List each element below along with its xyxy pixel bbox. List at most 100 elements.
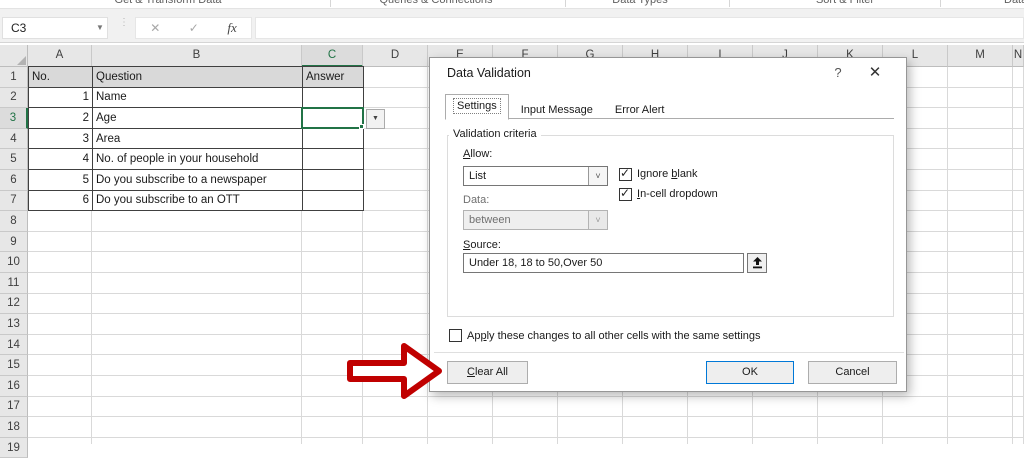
row-header-4[interactable]: 4	[0, 129, 28, 150]
source-input[interactable]: Under 18, 18 to 50,Over 50	[463, 253, 744, 273]
table-cell[interactable]: 3	[29, 128, 93, 149]
chevron-down-icon: ˅	[588, 211, 607, 229]
table-header-cell[interactable]: No.	[29, 67, 93, 88]
allow-label: Allow:	[463, 148, 492, 160]
table-header-cell[interactable]: Question	[93, 67, 303, 88]
table-header-cell[interactable]: Answer	[303, 67, 364, 88]
row-header-3[interactable]: 3	[0, 108, 28, 129]
ignore-blank-label: Ignore blank	[637, 168, 698, 180]
ribbon-group-sort-filter: Sort & Filter	[816, 0, 874, 7]
ribbon-separator	[565, 0, 566, 7]
table-row: 4No. of people in your household	[29, 149, 364, 170]
cancel-button[interactable]: Cancel	[808, 361, 897, 384]
row-header-11[interactable]: 11	[0, 273, 28, 294]
clear-all-button[interactable]: Clear All	[447, 361, 528, 384]
selected-cell-outline	[301, 107, 364, 129]
ribbon-separator	[729, 0, 730, 7]
tab-error-alert[interactable]: Error Alert	[605, 100, 675, 120]
row-header-13[interactable]: 13	[0, 314, 28, 335]
row-header-1[interactable]: 1	[0, 67, 28, 88]
data-validation-dialog: Data Validation ? ✕ Settings Input Messa…	[429, 57, 907, 392]
row-header-7[interactable]: 7	[0, 191, 28, 212]
column-header-B[interactable]: B	[92, 45, 302, 67]
dialog-title: Data Validation	[447, 66, 531, 80]
table-cell[interactable]: No. of people in your household	[93, 149, 303, 170]
row-header-9[interactable]: 9	[0, 232, 28, 253]
table-row: 3Area	[29, 128, 364, 149]
tab-settings[interactable]: Settings	[445, 94, 509, 120]
row-header-2[interactable]: 2	[0, 88, 28, 109]
collapse-dialog-button[interactable]	[747, 253, 767, 273]
apply-changes-label: Apply these changes to all other cells w…	[467, 330, 761, 342]
gridline	[28, 437, 1024, 438]
in-cell-dropdown-button[interactable]: ▼	[366, 109, 385, 129]
table-cell[interactable]: 4	[29, 149, 93, 170]
table-cell[interactable]: Age	[93, 108, 303, 129]
tab-input-message[interactable]: Input Message	[511, 100, 603, 120]
row-header-19[interactable]: 19	[0, 438, 28, 458]
in-cell-dropdown-label: In-cell dropdown	[637, 188, 718, 200]
row-header-6[interactable]: 6	[0, 170, 28, 191]
table-cell[interactable]: Area	[93, 128, 303, 149]
ribbon-strip: Get & Transform Data Queries & Connectio…	[0, 0, 1024, 8]
row-header-18[interactable]: 18	[0, 417, 28, 438]
source-label: Source:	[463, 239, 501, 251]
data-combobox: between ˅	[463, 210, 608, 230]
question-table: No.QuestionAnswer1Name2Age3Area4No. of p…	[28, 66, 364, 211]
row-header-15[interactable]: 15	[0, 355, 28, 376]
ribbon-group-data: Data	[1004, 0, 1024, 7]
table-cell[interactable]: Name	[93, 87, 303, 108]
row-header-5[interactable]: 5	[0, 149, 28, 170]
allow-combobox[interactable]: List ˅	[463, 166, 608, 186]
table-cell[interactable]: 5	[29, 169, 93, 190]
formula-input[interactable]	[255, 17, 1024, 39]
data-label: Data:	[463, 194, 489, 206]
select-all-triangle-icon	[17, 56, 26, 65]
fill-handle[interactable]	[359, 124, 364, 129]
ignore-blank-checkbox[interactable]: ✓	[619, 168, 632, 181]
table-cell[interactable]: 2	[29, 108, 93, 129]
table-row: 6Do you subscribe to an OTT	[29, 190, 364, 211]
table-cell[interactable]: Do you subscribe to a newspaper	[93, 169, 303, 190]
table-cell[interactable]: 6	[29, 190, 93, 211]
row-header-10[interactable]: 10	[0, 252, 28, 273]
table-cell[interactable]	[303, 190, 364, 211]
formula-bar-handle-icon[interactable]: ⋮	[119, 20, 129, 25]
ribbon-group-get-transform: Get & Transform Data	[115, 0, 222, 7]
table-cell[interactable]	[303, 87, 364, 108]
help-icon[interactable]: ?	[828, 65, 848, 83]
gridline	[28, 396, 1024, 397]
column-header-M[interactable]: M	[948, 45, 1013, 67]
formula-bar-buttons: ✕ ✓ fx	[135, 17, 252, 39]
table-cell[interactable]	[303, 149, 364, 170]
insert-function-icon[interactable]: fx	[227, 20, 236, 36]
table-cell[interactable]	[303, 128, 364, 149]
table-cell[interactable]: Do you subscribe to an OTT	[93, 190, 303, 211]
red-arrow-annotation	[345, 340, 445, 402]
row-header-14[interactable]: 14	[0, 335, 28, 356]
table-row: 5Do you subscribe to a newspaper	[29, 169, 364, 190]
cancel-icon[interactable]: ✕	[150, 21, 160, 35]
ribbon-group-queries: Queries & Connections	[379, 0, 492, 7]
column-header-C[interactable]: C	[302, 45, 363, 67]
table-cell[interactable]	[303, 169, 364, 190]
row-header-12[interactable]: 12	[0, 294, 28, 315]
table-cell[interactable]: 1	[29, 87, 93, 108]
chevron-down-icon[interactable]: ˅	[588, 167, 607, 185]
column-header-N[interactable]: N	[1013, 45, 1024, 67]
column-header-D[interactable]: D	[363, 45, 428, 67]
row-header-8[interactable]: 8	[0, 211, 28, 232]
table-row: 1Name	[29, 87, 364, 108]
close-icon[interactable]: ✕	[862, 63, 888, 83]
button-separator	[434, 352, 904, 353]
gridline	[1012, 67, 1013, 444]
enter-icon[interactable]: ✓	[189, 21, 199, 35]
name-box-dropdown-icon[interactable]: ▼	[92, 17, 108, 39]
row-header-16[interactable]: 16	[0, 376, 28, 397]
gridline	[28, 416, 1024, 417]
ok-button[interactable]: OK	[706, 361, 794, 384]
in-cell-dropdown-checkbox[interactable]: ✓	[619, 188, 632, 201]
apply-changes-checkbox[interactable]	[449, 329, 462, 342]
column-header-A[interactable]: A	[28, 45, 92, 67]
row-header-17[interactable]: 17	[0, 397, 28, 418]
